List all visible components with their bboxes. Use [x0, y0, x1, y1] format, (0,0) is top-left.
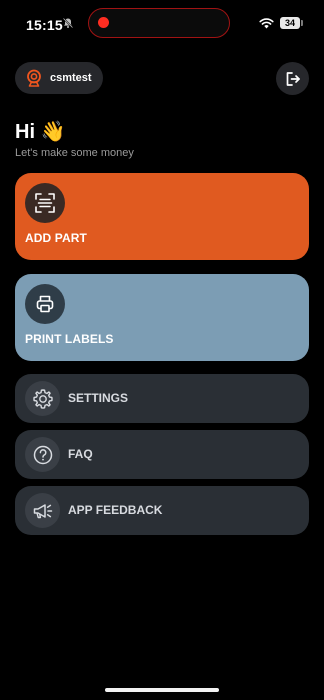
logout-icon: [286, 71, 300, 86]
webcam-icon: [27, 69, 41, 87]
silent-icon: [62, 17, 74, 29]
wifi-icon: [259, 18, 274, 29]
settings-label: SETTINGS: [68, 391, 129, 405]
faq-row[interactable]: FAQ: [15, 430, 309, 479]
print-labels-label: PRINT LABELS: [25, 332, 114, 346]
user-chip[interactable]: csmtest: [15, 62, 103, 94]
home-indicator[interactable]: [105, 688, 219, 692]
printer-icon: [36, 295, 54, 313]
logout-button[interactable]: [276, 62, 309, 95]
battery-icon: 34: [280, 17, 300, 29]
feedback-icon-circle: [25, 493, 60, 528]
faq-label: FAQ: [68, 447, 93, 461]
greeting-subtitle: Let's make some money: [15, 147, 134, 159]
add-part-icon-circle: [25, 183, 65, 223]
scan-icon: [35, 193, 55, 213]
gear-icon: [32, 388, 53, 409]
megaphone-icon: [33, 503, 52, 518]
status-time: 15:15: [26, 17, 63, 33]
username: csmtest: [50, 72, 92, 84]
faq-icon-circle: [25, 437, 60, 472]
app-feedback-label: APP FEEDBACK: [68, 503, 163, 517]
add-part-card[interactable]: ADD PART: [15, 173, 309, 260]
app-feedback-row[interactable]: APP FEEDBACK: [15, 486, 309, 535]
status-bar: 15:15 34: [0, 0, 324, 48]
add-part-label: ADD PART: [25, 231, 87, 245]
settings-row[interactable]: SETTINGS: [15, 374, 309, 423]
question-icon: [33, 445, 52, 464]
print-labels-icon-circle: [25, 284, 65, 324]
recording-dot: [98, 17, 109, 28]
print-labels-card[interactable]: PRINT LABELS: [15, 274, 309, 361]
greeting-title: Hi 👋: [15, 121, 66, 143]
dynamic-island: [88, 8, 230, 38]
settings-icon-circle: [25, 381, 60, 416]
battery-tip: [301, 20, 303, 26]
